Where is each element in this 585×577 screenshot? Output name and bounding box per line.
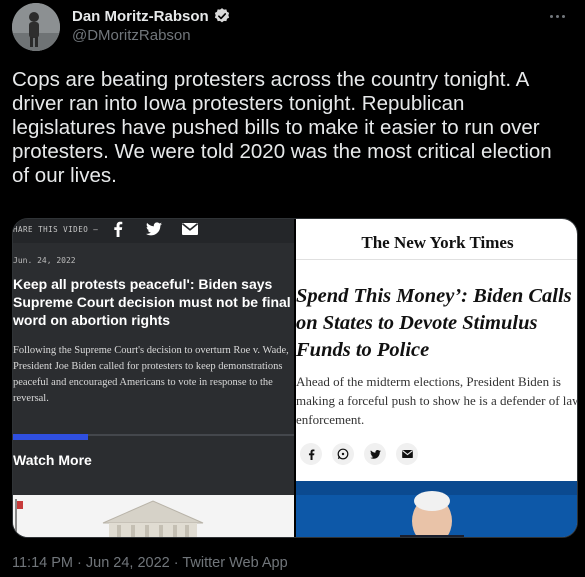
nyt-masthead: The New York Times — [361, 233, 514, 252]
tweet-text: Cops are beating protesters across the c… — [12, 68, 552, 187]
supreme-court-image — [13, 495, 294, 537]
media-image-right[interactable]: The New York Times Spend This Money’: Bi… — [296, 219, 578, 537]
twitter-bird-icon — [145, 220, 163, 238]
avatar[interactable] — [12, 3, 60, 51]
biden-photo — [296, 481, 577, 537]
verified-badge-icon — [214, 8, 229, 23]
email-icon — [396, 443, 418, 465]
author-handle[interactable]: @DMoritzRabson — [72, 27, 191, 44]
more-options-icon[interactable] — [545, 6, 569, 26]
whatsapp-icon — [332, 443, 354, 465]
nyt-summary: Ahead of the midterm elections, Presiden… — [296, 374, 578, 427]
nyt-share-icons — [300, 443, 418, 465]
media-image-left[interactable]: HARE THIS VIDEO — Jun. 24, 2022 Keep all… — [13, 219, 294, 537]
facebook-icon — [109, 220, 127, 238]
article-summary: Following the Supreme Court's decision t… — [13, 345, 289, 404]
nyt-headline: Spend This Money’: Biden Calls on States… — [296, 285, 572, 361]
share-bar: HARE THIS VIDEO — — [13, 219, 294, 243]
author-display-name[interactable]: Dan Moritz-Rabson — [72, 8, 209, 25]
video-progress-fill — [13, 434, 88, 440]
tweet: Dan Moritz-Rabson @DMoritzRabson Cops ar… — [0, 0, 585, 577]
media-grid: HARE THIS VIDEO — Jun. 24, 2022 Keep all… — [12, 218, 578, 538]
article-date: Jun. 24, 2022 — [13, 256, 76, 265]
mail-icon — [181, 220, 199, 238]
article-headline: Keep all protests peaceful': Biden says … — [13, 276, 291, 328]
watch-more-label: Watch More — [13, 452, 92, 468]
share-label: HARE THIS VIDEO — — [13, 225, 99, 234]
facebook-icon — [300, 443, 322, 465]
video-progress-bar — [13, 434, 294, 440]
twitter-icon — [364, 443, 386, 465]
tweet-timestamp[interactable]: 11:14 PM · Jun 24, 2022 · Twitter Web Ap… — [12, 555, 288, 571]
